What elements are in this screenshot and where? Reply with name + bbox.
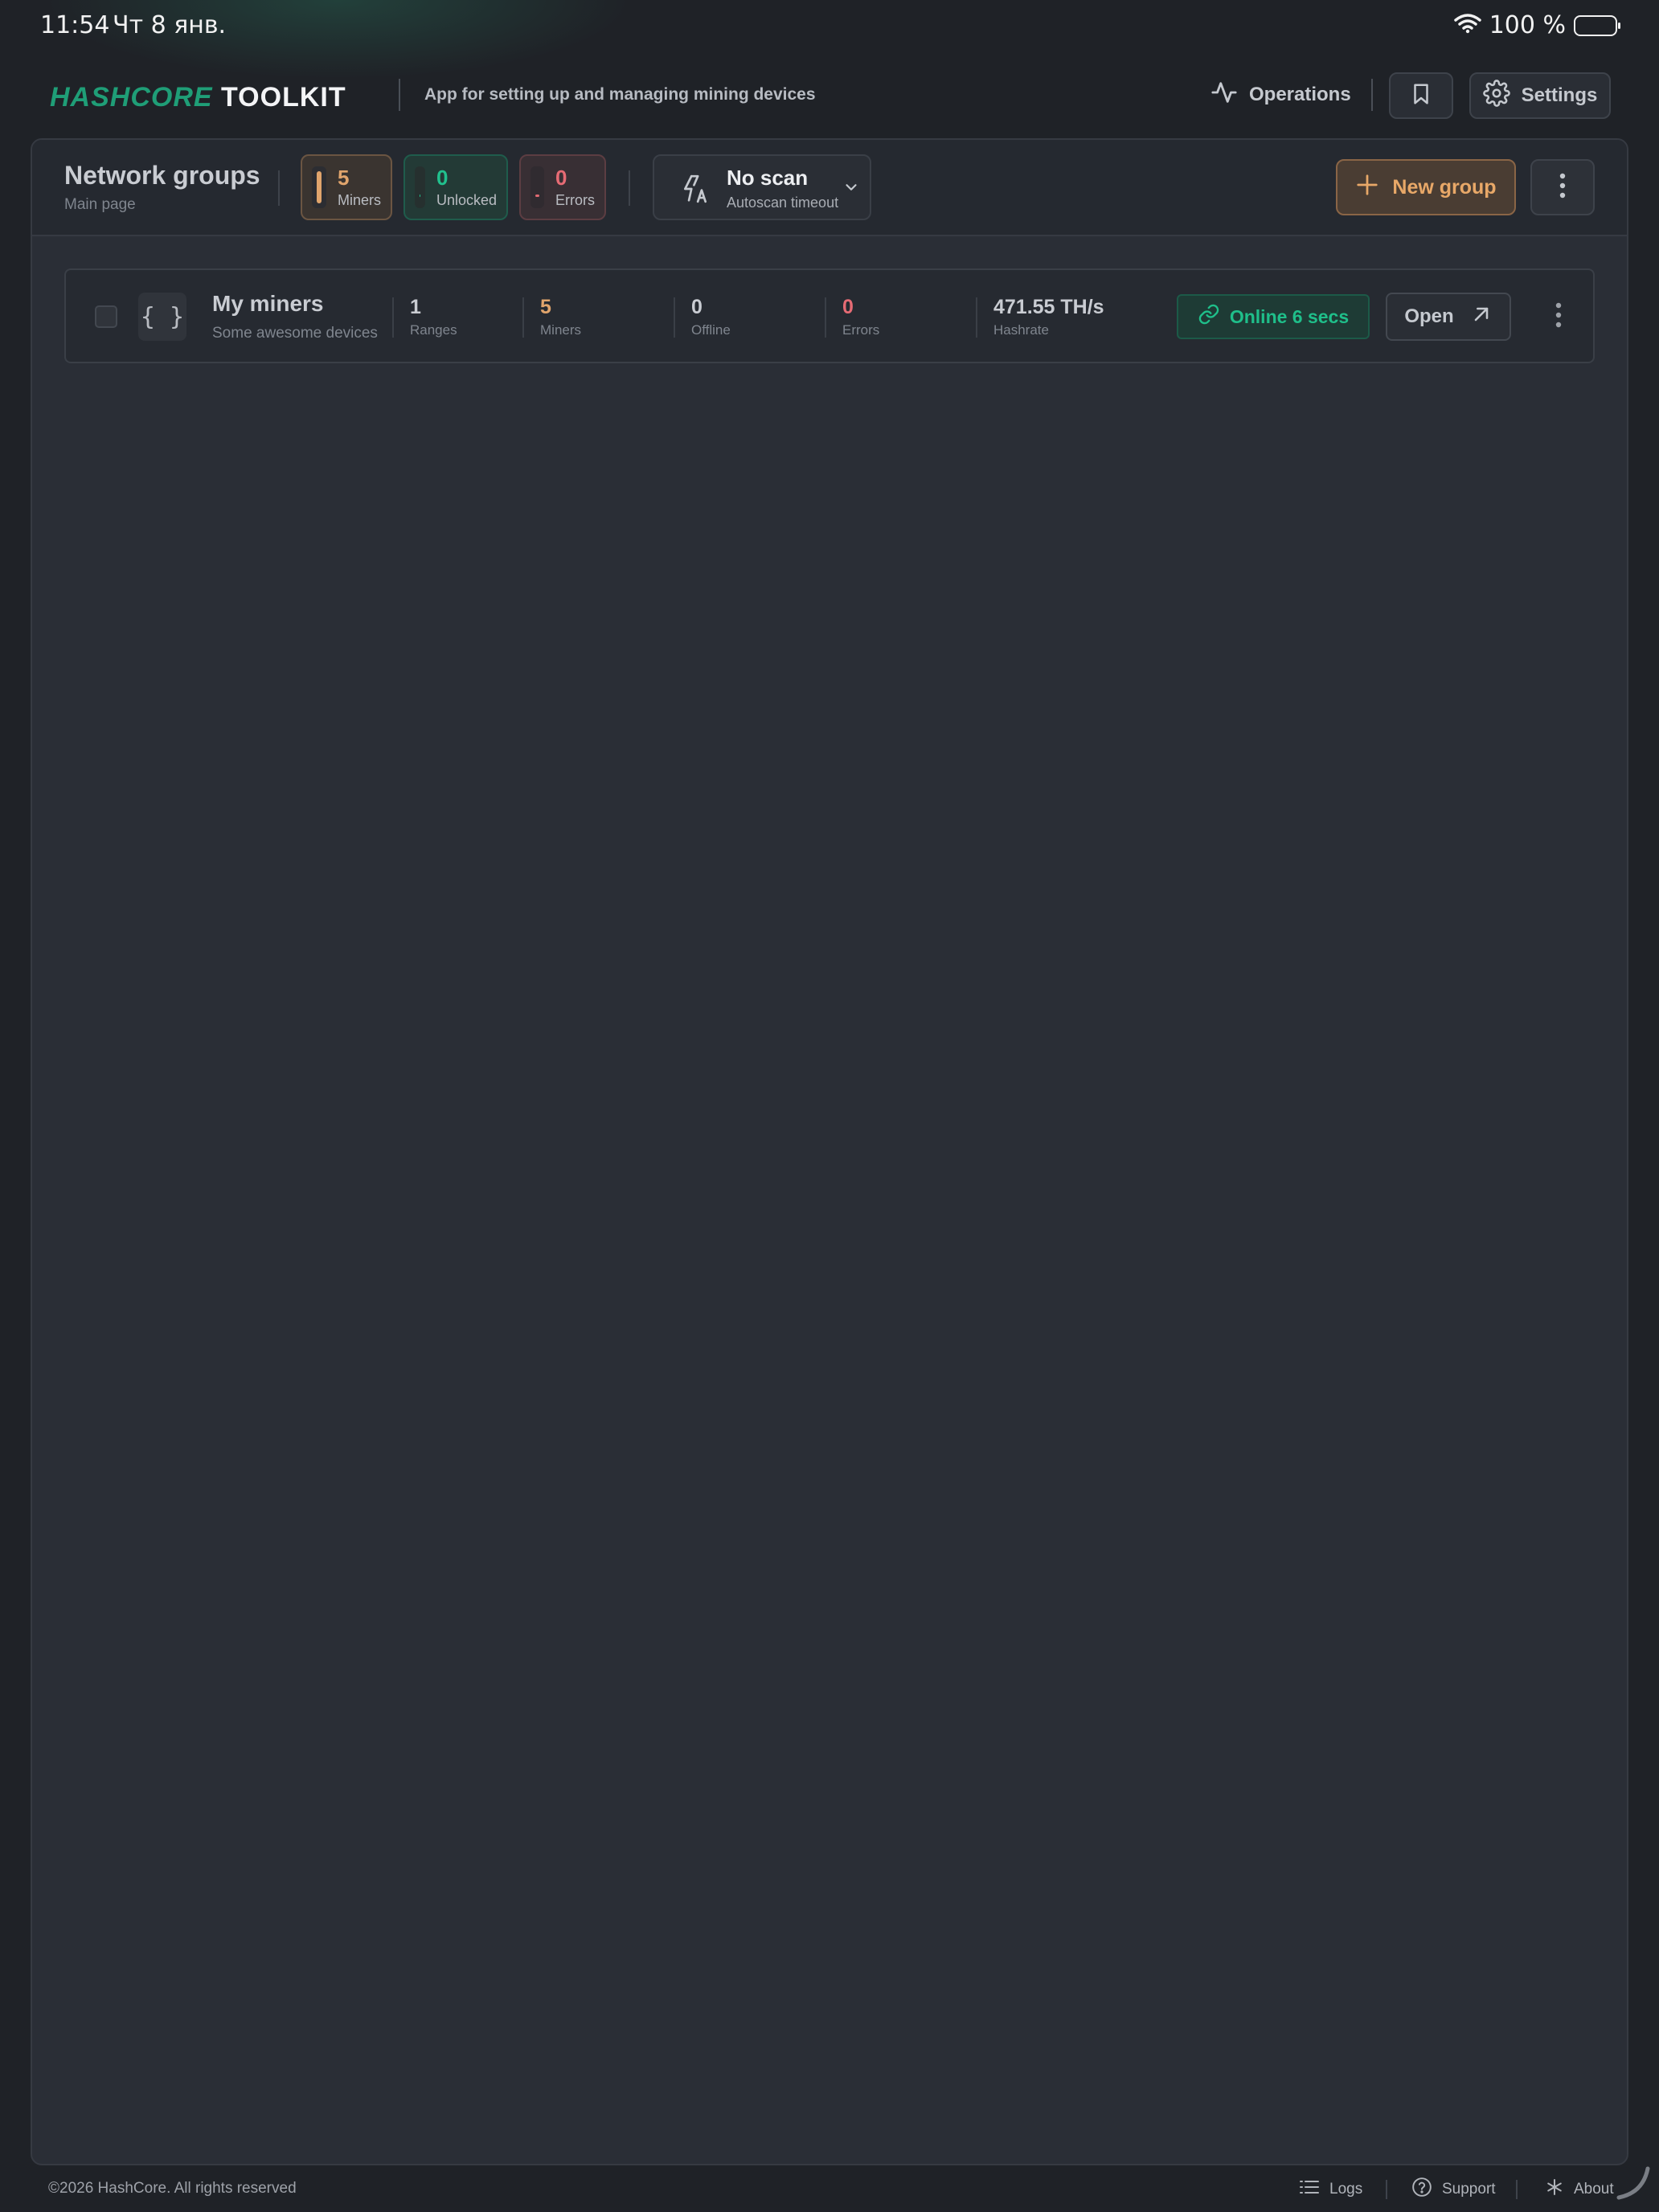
more-vertical-icon xyxy=(1555,301,1563,333)
hashrate-metric: 471.55 TH/s Hashrate xyxy=(976,294,1104,341)
toolbar-divider xyxy=(278,170,280,206)
unlocked-stat-chip[interactable]: 0 Unlocked xyxy=(403,154,508,220)
page-subtitle: Main page xyxy=(64,196,136,213)
offline-metric: 0 Offline xyxy=(674,294,731,341)
status-text: Online 6 secs xyxy=(1229,305,1350,327)
more-vertical-icon xyxy=(1559,172,1567,203)
miners-stat-value: 5 xyxy=(337,166,350,190)
errors-stat-chip[interactable]: 0 Errors xyxy=(519,154,606,220)
status-bar: 11:54 Чт 8 янв. 100 % xyxy=(0,0,1659,51)
corner-grabber-icon xyxy=(1616,2166,1650,2200)
chevron-down-icon xyxy=(842,178,860,200)
group-name: My miners xyxy=(212,291,324,316)
errors-value: 0 xyxy=(842,296,854,318)
arrow-up-right-icon xyxy=(1470,303,1493,331)
wifi-icon xyxy=(1453,13,1481,38)
app-header: HASHCORE TOOLKIT App for setting up and … xyxy=(0,72,1659,119)
header-divider-right xyxy=(1371,79,1373,111)
logo-part-toolkit: TOOLKIT xyxy=(221,82,346,113)
offline-value: 0 xyxy=(691,296,703,318)
status-badge: Online 6 secs xyxy=(1177,294,1370,339)
unlocked-stat-label: Unlocked xyxy=(436,192,497,208)
ranges-value: 1 xyxy=(410,296,421,318)
main-panel: Network groups Main page 5 Miners 0 Unlo… xyxy=(31,138,1628,2165)
activity-icon xyxy=(1210,79,1238,112)
row-select-checkbox[interactable] xyxy=(95,305,117,328)
footer-divider xyxy=(1386,2180,1387,2199)
bookmark-button[interactable] xyxy=(1389,72,1453,119)
new-group-button[interactable]: New group xyxy=(1336,159,1516,215)
row-more-button[interactable] xyxy=(1548,301,1569,333)
autoscan-label: Autoscan timeout xyxy=(727,195,839,211)
app-tagline: App for setting up and managing mining d… xyxy=(424,85,816,104)
errors-label: Errors xyxy=(842,322,880,338)
group-description: Some awesome devices xyxy=(212,325,378,342)
group-row[interactable]: { } My miners Some awesome devices 1 Ran… xyxy=(64,268,1595,363)
miners-label: Miners xyxy=(540,322,582,338)
battery-percent: 100 % xyxy=(1489,11,1566,39)
operations-label: Operations xyxy=(1249,84,1351,105)
settings-label: Settings xyxy=(1521,84,1598,106)
status-time: 11:54 xyxy=(40,11,110,39)
unlocked-stat-bar xyxy=(415,166,425,208)
help-circle-icon xyxy=(1411,2177,1432,2202)
toolbar-more-button[interactable] xyxy=(1530,159,1595,215)
auto-flash-icon xyxy=(680,174,711,208)
open-group-button[interactable]: Open xyxy=(1386,293,1511,341)
braces-icon: { } xyxy=(138,293,186,341)
miners-metric: 5 Miners xyxy=(522,294,582,341)
miners-stat-chip[interactable]: 5 Miners xyxy=(301,154,392,220)
copyright-text: ©2026 HashCore. All rights reserved xyxy=(48,2180,297,2197)
list-icon xyxy=(1299,2178,1320,2201)
about-label: About xyxy=(1574,2181,1614,2198)
toolbar-divider-2 xyxy=(629,170,630,206)
header-divider xyxy=(399,79,400,111)
bookmark-icon xyxy=(1409,80,1433,112)
logs-label: Logs xyxy=(1329,2181,1363,2198)
offline-label: Offline xyxy=(691,322,731,338)
autoscan-dropdown[interactable]: No scan Autoscan timeout xyxy=(653,154,871,220)
errors-stat-value: 0 xyxy=(555,166,567,190)
new-group-label: New group xyxy=(1392,175,1497,199)
asterisk-icon xyxy=(1545,2177,1564,2202)
status-indicators: 100 % xyxy=(1453,11,1620,39)
hashrate-label: Hashrate xyxy=(993,322,1049,338)
autoscan-value: No scan xyxy=(727,166,809,190)
link-icon xyxy=(1198,303,1220,330)
about-link[interactable]: About xyxy=(1545,2175,1614,2204)
footer-divider-2 xyxy=(1516,2180,1518,2199)
miners-stat-label: Miners xyxy=(337,192,381,208)
page-title: Network groups xyxy=(64,161,260,190)
app-logo[interactable]: HASHCORE TOOLKIT xyxy=(50,82,346,113)
battery-icon xyxy=(1574,14,1620,36)
ranges-label: Ranges xyxy=(410,322,457,338)
miners-value: 5 xyxy=(540,296,551,318)
toolbar: Network groups Main page 5 Miners 0 Unlo… xyxy=(32,140,1627,236)
open-label: Open xyxy=(1404,305,1454,327)
errors-stat-label: Errors xyxy=(555,192,595,208)
errors-stat-bar xyxy=(530,166,544,208)
logs-link[interactable]: Logs xyxy=(1299,2175,1362,2204)
hashrate-value: 471.55 TH/s xyxy=(993,296,1104,318)
errors-metric: 0 Errors xyxy=(825,294,880,341)
footer: ©2026 HashCore. All rights reserved Logs… xyxy=(0,2175,1659,2212)
plus-icon xyxy=(1355,173,1379,203)
operations-button[interactable]: Operations xyxy=(1198,72,1364,117)
miners-stat-bar xyxy=(312,166,326,208)
ranges-metric: 1 Ranges xyxy=(392,294,457,341)
logo-part-hashcore: HASHCORE xyxy=(50,82,213,113)
status-date: Чт 8 янв. xyxy=(113,11,227,39)
settings-button[interactable]: Settings xyxy=(1469,72,1611,119)
support-link[interactable]: Support xyxy=(1411,2175,1496,2204)
gear-icon xyxy=(1482,79,1510,113)
unlocked-stat-value: 0 xyxy=(436,166,449,190)
support-label: Support xyxy=(1442,2181,1496,2198)
